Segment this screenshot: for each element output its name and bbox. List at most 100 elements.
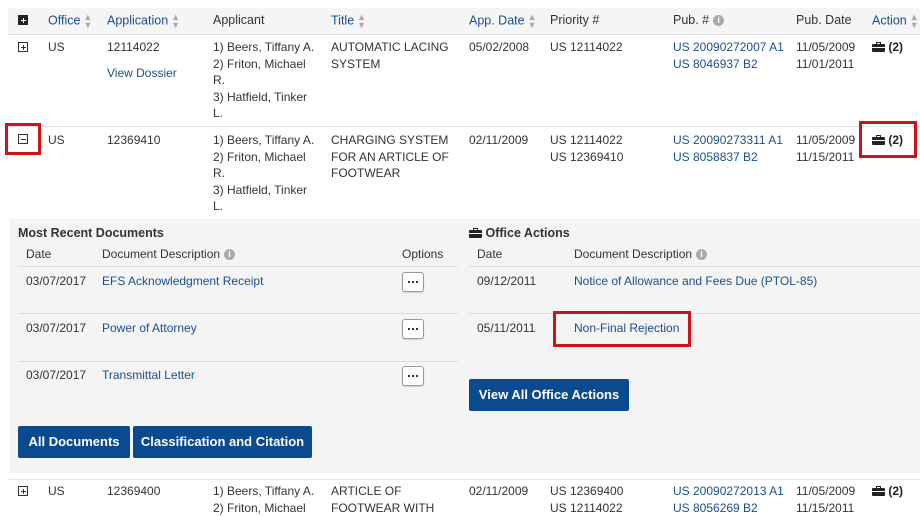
doc-options-button[interactable] xyxy=(402,272,424,292)
pub-date-line: 11/05/2009 xyxy=(796,483,855,500)
priority-line: US 12114022 xyxy=(550,132,623,149)
row-app-date: 02/11/2009 xyxy=(469,132,528,149)
row-priority: US 12114022 US 12369410 xyxy=(550,132,623,165)
recent-documents-heading: Most Recent Documents xyxy=(18,226,164,240)
doc-link[interactable]: Power of Attorney xyxy=(102,320,197,337)
sort-icon[interactable]: ▲▼ xyxy=(528,13,536,29)
col-app-date-label[interactable]: App. Date xyxy=(469,13,525,27)
office-action-link[interactable]: Notice of Allowance and Fees Due (PTOL-8… xyxy=(574,273,817,290)
pub-date-line: 11/15/2011 xyxy=(796,500,855,516)
applicant-line: 1) Beers, Tiffany A. xyxy=(213,483,314,500)
doc-link[interactable]: Transmittal Letter xyxy=(102,367,195,384)
applicant-line: R. xyxy=(213,165,314,182)
pub-date-line: 11/01/2011 xyxy=(796,56,855,73)
highlight-box xyxy=(553,311,691,347)
sort-icon[interactable]: ▲▼ xyxy=(83,13,91,29)
col-app-date[interactable]: App. Date▲▼ xyxy=(469,13,536,29)
info-icon[interactable]: i xyxy=(696,249,707,260)
recent-docs-col-options: Options xyxy=(402,246,443,263)
row-app-date: 02/11/2009 xyxy=(469,483,528,500)
row-divider xyxy=(8,479,920,480)
divider xyxy=(18,313,458,314)
row-office: US xyxy=(48,483,65,500)
doc-options-button[interactable] xyxy=(402,319,424,339)
priority-line: US 12114022 xyxy=(550,39,623,56)
recent-docs-col-description: Document Descriptioni xyxy=(102,246,235,263)
col-pub-date: Pub. Date xyxy=(796,13,852,27)
applicant-line: L. xyxy=(213,198,314,215)
title-line: AUTOMATIC LACING xyxy=(331,39,449,56)
expand-all-icon[interactable] xyxy=(18,15,28,25)
ellipsis-icon xyxy=(408,328,410,330)
row-applicants: 1) Beers, Tiffany A. 2) Friton, Michael xyxy=(213,483,314,516)
title-line: SYSTEM xyxy=(331,56,449,73)
col-applicant: Applicant xyxy=(213,13,264,27)
row-applicants: 1) Beers, Tiffany A. 2) Friton, Michael … xyxy=(213,132,314,215)
doc-options-button[interactable] xyxy=(402,366,424,386)
office-action-date: 05/11/2011 xyxy=(477,320,535,337)
applicant-line: 1) Beers, Tiffany A. xyxy=(213,39,314,56)
publication-link[interactable]: US 8046937 B2 xyxy=(673,56,784,73)
office-actions-button[interactable]: (2) xyxy=(872,39,903,56)
info-icon[interactable]: i xyxy=(713,15,724,26)
publication-link[interactable]: US 8058837 B2 xyxy=(673,149,783,166)
applicant-line: 3) Hatfield, Tinker xyxy=(213,182,314,199)
col-action-label[interactable]: Action xyxy=(872,13,907,27)
doc-link[interactable]: EFS Acknowledgment Receipt xyxy=(102,273,263,290)
publication-link[interactable]: US 8056269 B2 xyxy=(673,500,784,516)
row-title: AUTOMATIC LACING SYSTEM xyxy=(331,39,449,72)
info-icon[interactable]: i xyxy=(224,249,235,260)
col-priority: Priority # xyxy=(550,13,599,27)
row-title: ARTICLE OF FOOTWEAR WITH xyxy=(331,483,434,516)
row-title: CHARGING SYSTEM FOR AN ARTICLE OF FOOTWE… xyxy=(331,132,449,182)
publication-link[interactable]: US 20090272013 A1 xyxy=(673,483,784,500)
row-pub-dates: 11/05/2009 11/01/2011 xyxy=(796,39,855,72)
col-office-label[interactable]: Office xyxy=(48,13,80,27)
action-count: (2) xyxy=(888,40,903,54)
briefcase-icon xyxy=(872,42,885,52)
sort-icon[interactable]: ▲▼ xyxy=(910,13,918,29)
col-pub-num-label: Pub. # xyxy=(673,13,709,27)
divider xyxy=(469,313,920,314)
view-dossier-link[interactable]: View Dossier xyxy=(107,65,177,82)
row-pub-dates: 11/05/2009 11/15/2011 xyxy=(796,132,855,165)
office-actions-heading-label: Office Actions xyxy=(485,226,569,240)
row-application-number: 12369400 xyxy=(107,483,160,500)
col-title[interactable]: Title▲▼ xyxy=(331,13,365,29)
pub-date-line: 11/15/2011 xyxy=(796,149,855,166)
briefcase-icon xyxy=(469,228,482,238)
col-application[interactable]: Application▲▼ xyxy=(107,13,179,29)
pub-date-line: 11/05/2009 xyxy=(796,132,855,149)
title-line: ARTICLE OF xyxy=(331,483,434,500)
title-line: CHARGING SYSTEM xyxy=(331,132,449,149)
row-divider xyxy=(8,126,920,127)
row-office: US xyxy=(48,132,65,149)
applicant-line: 3) Hatfield, Tinker xyxy=(213,89,314,106)
publication-link[interactable]: US 20090272007 A1 xyxy=(673,39,784,56)
col-title-label[interactable]: Title xyxy=(331,13,354,27)
col-office[interactable]: Office▲▼ xyxy=(48,13,91,29)
divider xyxy=(469,266,920,267)
col-action[interactable]: Action▲▼ xyxy=(872,13,918,29)
view-all-office-actions-button[interactable]: View All Office Actions xyxy=(469,379,629,411)
recent-docs-col-date: Date xyxy=(26,246,51,263)
applicant-line: L. xyxy=(213,105,314,122)
expand-row-icon[interactable] xyxy=(18,42,28,52)
col-pub-num: Pub. # i xyxy=(673,13,724,27)
ellipsis-icon xyxy=(408,375,410,377)
sort-icon[interactable]: ▲▼ xyxy=(357,13,365,29)
expand-row-icon[interactable] xyxy=(18,486,28,496)
highlight-box xyxy=(5,123,41,155)
action-count: (2) xyxy=(888,484,903,498)
row-office: US xyxy=(48,39,65,56)
office-actions-col-description: Document Descriptioni xyxy=(574,246,707,263)
classification-citation-button[interactable]: Classification and Citation xyxy=(133,426,312,458)
all-documents-button[interactable]: All Documents xyxy=(18,426,130,458)
sort-icon[interactable]: ▲▼ xyxy=(171,13,179,29)
applicant-line: 2) Friton, Michael xyxy=(213,56,314,73)
row-application-number: 12369410 xyxy=(107,132,160,149)
title-line: FOR AN ARTICLE OF xyxy=(331,149,449,166)
publication-link[interactable]: US 20090273311 A1 xyxy=(673,132,783,149)
office-actions-button[interactable]: (2) xyxy=(872,483,903,500)
col-application-label[interactable]: Application xyxy=(107,13,168,27)
